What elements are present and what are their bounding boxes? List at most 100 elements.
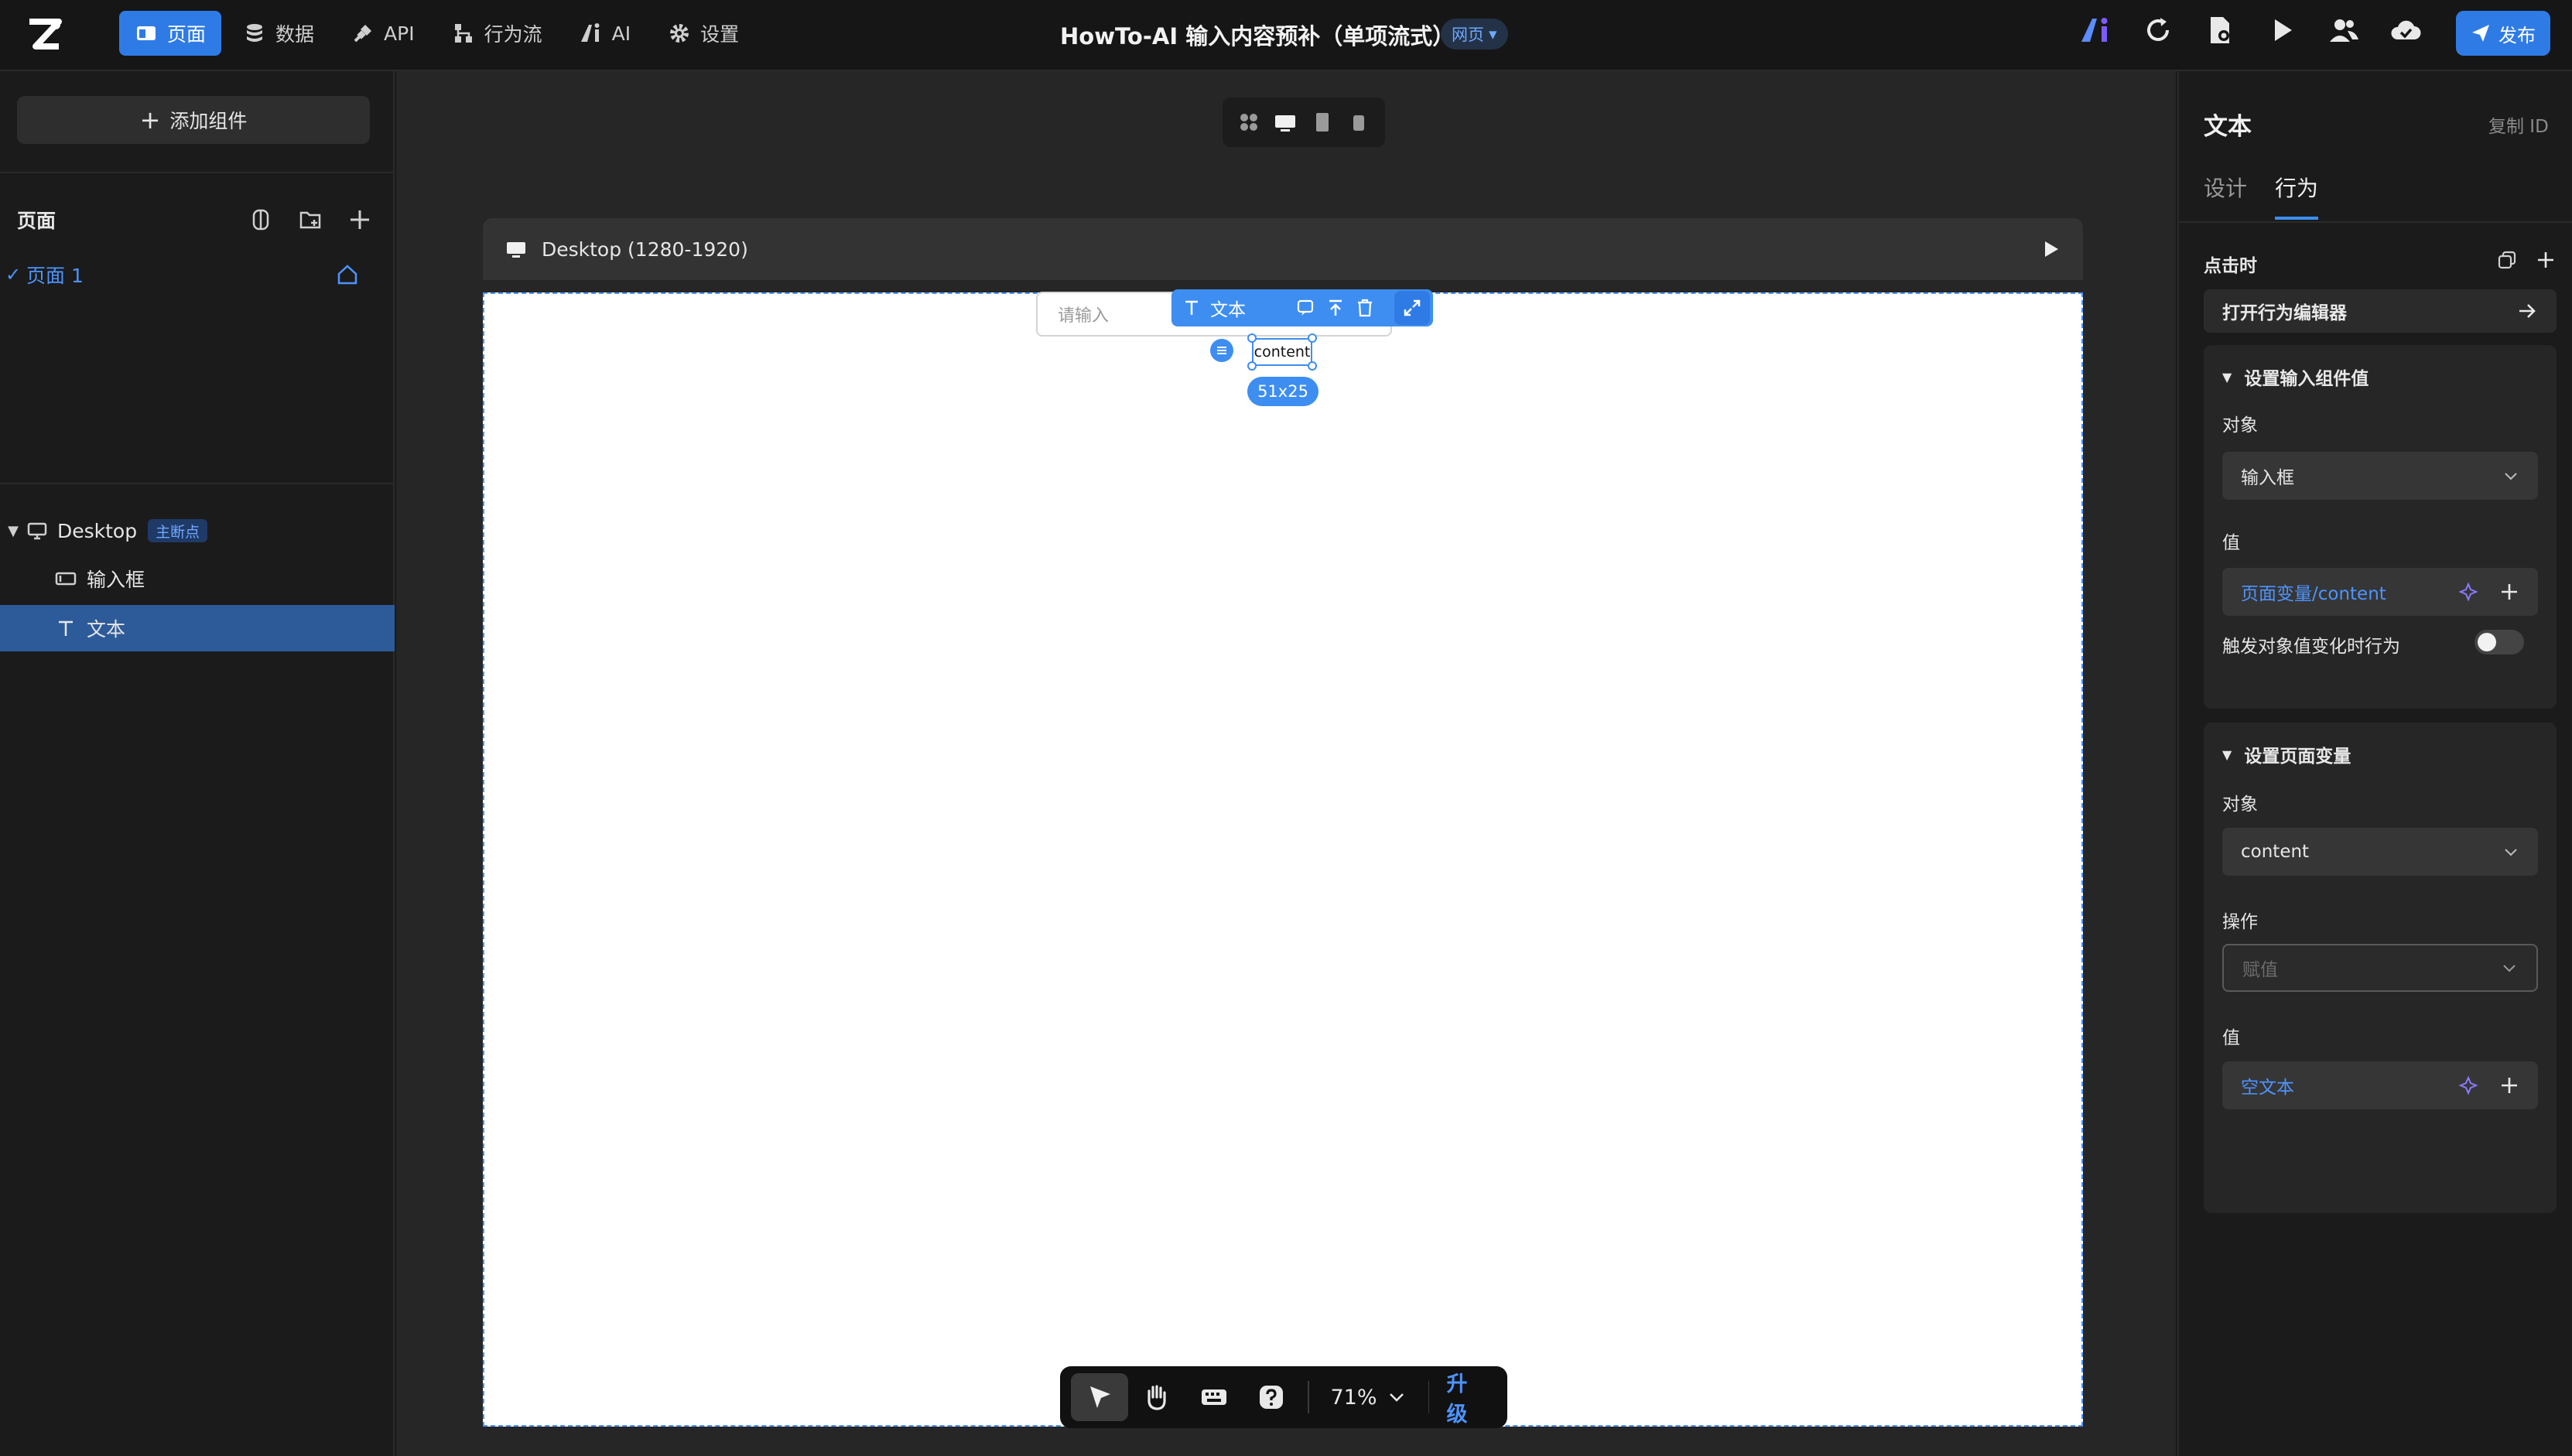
add-component-button[interactable]: + 添加组件 — [17, 96, 370, 144]
card-title: 设置输入组件值 — [2244, 369, 2369, 389]
hand-icon — [1147, 1385, 1166, 1410]
nav-api[interactable]: API — [336, 11, 430, 56]
nav-flow[interactable]: 行为流 — [436, 11, 558, 56]
publish-button[interactable]: 发布 — [2456, 11, 2550, 56]
on-click-label: 点击时 — [2204, 256, 2257, 276]
input-layer-icon — [55, 572, 77, 586]
select-tool[interactable] — [1071, 1373, 1128, 1421]
grid-icon[interactable] — [1237, 111, 1260, 134]
element-title: 文本 — [2204, 113, 2252, 141]
monitor-icon — [507, 242, 525, 258]
resize-handle[interactable] — [1308, 333, 1317, 343]
caret-down-icon[interactable]: ▼ — [0, 523, 26, 539]
nav-label: 数据 — [275, 23, 315, 46]
resize-handle[interactable] — [1247, 333, 1257, 343]
play-icon[interactable] — [2266, 14, 2298, 46]
app-title: HowTo-AI 输入内容预补（单项流式） — [1060, 23, 1455, 50]
comment-icon[interactable] — [1295, 297, 1317, 319]
page-item-label: 页面 1 — [26, 265, 84, 287]
publish-label: 发布 — [2498, 24, 2536, 46]
tablet-icon[interactable] — [1311, 111, 1334, 134]
bottom-toolbar: 71% 升级 — [1060, 1366, 1507, 1428]
pages-title: 页面 — [17, 210, 56, 232]
frame-label: Desktop (1280-1920) — [542, 238, 748, 261]
divider — [0, 483, 395, 484]
home-icon[interactable] — [336, 263, 359, 286]
page-item-1[interactable]: ✓ 页面 1 — [0, 258, 371, 291]
chevron-down-icon — [1389, 1393, 1404, 1402]
file-settings-icon[interactable] — [2204, 14, 2236, 46]
card-header[interactable]: ▼ 设置输入组件值 — [2222, 364, 2368, 390]
target-select[interactable]: 输入框 — [2222, 452, 2538, 500]
resize-handle[interactable] — [1247, 361, 1257, 371]
plus-icon: + — [139, 105, 161, 135]
app-logo[interactable] — [25, 15, 65, 56]
plus-icon[interactable] — [2499, 1075, 2519, 1095]
zoom-dropdown[interactable]: 71% — [1317, 1386, 1421, 1410]
pages-header: 页面 — [17, 204, 373, 235]
trash-icon[interactable] — [1354, 297, 1376, 319]
help-button[interactable] — [1243, 1373, 1300, 1421]
plus-icon[interactable] — [2499, 582, 2519, 602]
drag-handle-icon[interactable] — [1210, 339, 1233, 362]
mobile-icon[interactable] — [1347, 111, 1370, 134]
copy-behavior-icon[interactable] — [2496, 249, 2518, 271]
open-behavior-editor-button[interactable]: 打开行为编辑器 — [2204, 289, 2557, 333]
value-text: 空文本 — [2241, 1078, 2294, 1098]
nav-data[interactable]: 数据 — [227, 11, 330, 56]
target-value: 输入框 — [2241, 468, 2294, 488]
value-field[interactable]: 页面变量/content — [2222, 568, 2538, 616]
upgrade-button[interactable]: 升级 — [1437, 1367, 1496, 1427]
variable-select[interactable]: content — [2222, 828, 2538, 876]
set-page-variable-card: ▼ 设置页面变量 对象 content 操作 赋值 值 空文本 — [2204, 723, 2557, 1213]
desktop-icon[interactable] — [1274, 111, 1297, 134]
keyboard-shortcuts-button[interactable] — [1185, 1373, 1243, 1421]
card-header[interactable]: ▼ 设置页面变量 — [2222, 741, 2351, 767]
panel-tabs: 设计 行为 — [2204, 172, 2319, 220]
zoom-label: 71% — [1330, 1385, 1377, 1410]
main-nav: 页面 数据 API 行为流 AI 设置 — [119, 11, 754, 56]
add-folder-icon[interactable] — [297, 207, 323, 233]
divider — [1428, 1381, 1430, 1413]
nav-ai[interactable]: AI — [564, 11, 646, 56]
tab-behavior[interactable]: 行为 — [2275, 172, 2319, 220]
move-to-top-icon[interactable] — [1325, 297, 1346, 319]
card-title: 设置页面变量 — [2244, 747, 2351, 767]
breakpoint-badge: 主断点 — [148, 519, 208, 542]
ai-assistant-icon[interactable] — [2080, 14, 2112, 46]
layer-desktop[interactable]: ▼ Desktop 主断点 — [0, 508, 395, 554]
add-page-icon[interactable] — [347, 207, 373, 233]
nav-pages[interactable]: 页面 — [119, 11, 222, 56]
operation-select[interactable]: 赋值 — [2222, 944, 2538, 992]
copy-id-button[interactable]: 复制 ID — [2488, 111, 2549, 138]
resize-handle[interactable] — [1308, 361, 1317, 371]
page-layout-icon[interactable] — [248, 207, 274, 233]
layer-input[interactable]: 输入框 — [0, 555, 395, 602]
monitor-icon — [27, 522, 47, 540]
design-canvas[interactable]: Desktop (1280-1920) 请输入 文本 content 51x25 — [396, 71, 2176, 1456]
play-icon[interactable] — [2040, 238, 2061, 260]
page-type-label: 网页 — [1452, 26, 1484, 44]
top-actions — [2080, 14, 2422, 46]
expand-button[interactable] — [1394, 291, 1430, 325]
text-type-icon — [1185, 300, 1198, 315]
layer-label: 输入框 — [87, 569, 145, 591]
sparkle-icon[interactable] — [2457, 581, 2479, 603]
sparkle-icon[interactable] — [2457, 1075, 2479, 1096]
add-behavior-icon[interactable] — [2535, 249, 2557, 271]
tab-design[interactable]: 设计 — [2204, 172, 2247, 220]
hand-tool[interactable] — [1128, 1373, 1185, 1421]
nav-settings[interactable]: 设置 — [652, 11, 754, 56]
refresh-icon[interactable] — [2142, 14, 2174, 46]
desktop-frame[interactable] — [483, 292, 2083, 1427]
value-label: 值 — [2222, 533, 2240, 553]
cloud-check-icon[interactable] — [2389, 14, 2422, 46]
frame-header[interactable]: Desktop (1280-1920) — [483, 218, 2083, 280]
layer-text[interactable]: 文本 — [0, 605, 395, 651]
selected-text-element[interactable]: content — [1252, 338, 1312, 366]
page-type-dropdown[interactable]: 网页 ▾ — [1441, 19, 1508, 50]
divider — [2179, 221, 2572, 223]
users-icon[interactable] — [2327, 14, 2360, 46]
value-field[interactable]: 空文本 — [2222, 1061, 2538, 1109]
trigger-toggle[interactable] — [2475, 630, 2524, 655]
